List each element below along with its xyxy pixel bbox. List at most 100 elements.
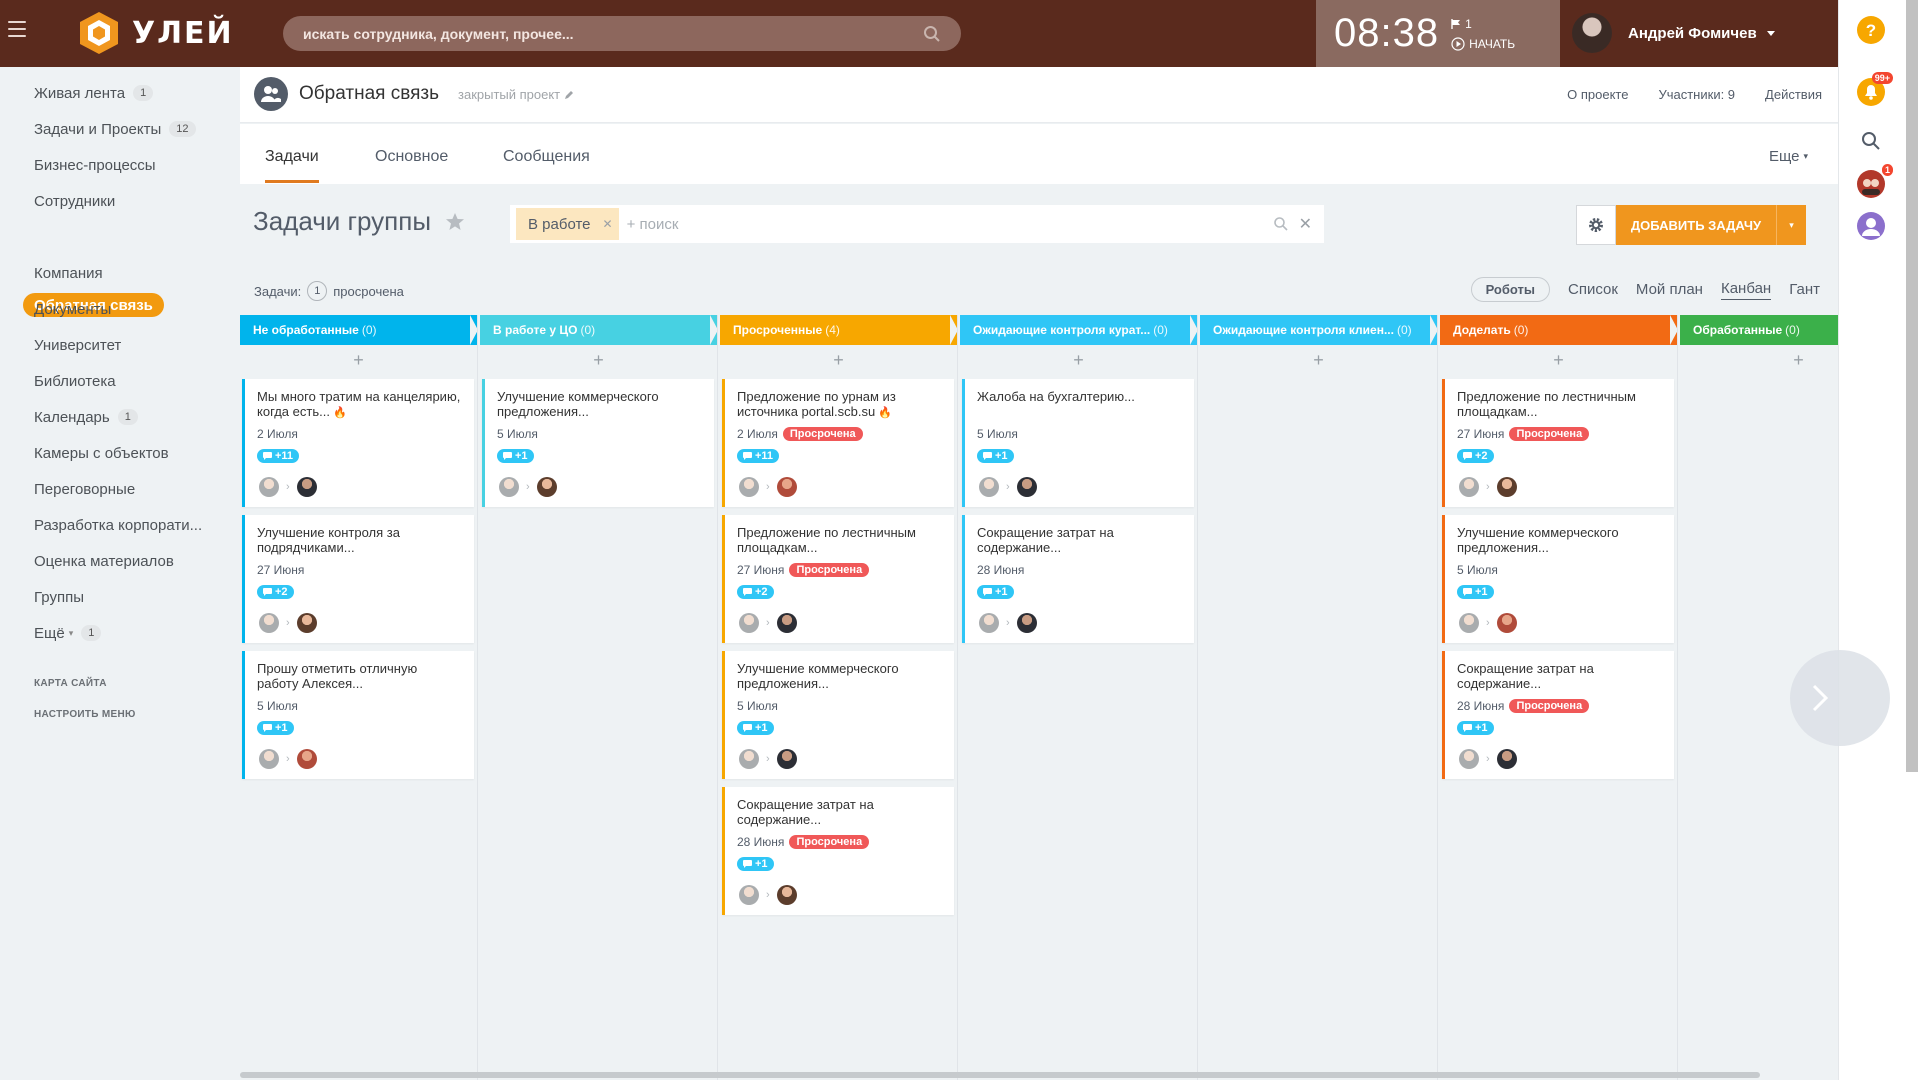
sidebar-item-company[interactable]: Компания: [34, 261, 103, 285]
filter-search-input[interactable]: + поиск: [627, 216, 1273, 233]
board-scrollbar[interactable]: [240, 1072, 1760, 1078]
comments-badge[interactable]: +1: [257, 721, 294, 735]
responsible-avatar[interactable]: [776, 477, 797, 497]
comments-badge[interactable]: +1: [497, 449, 534, 463]
chat-rail-button[interactable]: 1: [1855, 164, 1893, 200]
creator-avatar[interactable]: [739, 885, 759, 905]
task-card[interactable]: Прошу отметить отличную работу Алексея..…: [242, 651, 474, 779]
scroll-right-button[interactable]: [1790, 650, 1890, 746]
task-card[interactable]: Предложение по урнам из источника portal…: [722, 379, 954, 507]
sidebar-item-library[interactable]: Библиотека: [34, 369, 116, 393]
sidebar-item-more[interactable]: Ещё ▾ 1: [34, 621, 102, 645]
view-kanban[interactable]: Канбан: [1720, 280, 1772, 300]
task-card[interactable]: Предложение по лестничным площадкам... 27…: [722, 515, 954, 643]
responsible-avatar[interactable]: [1016, 477, 1037, 497]
search-icon[interactable]: [1273, 216, 1289, 232]
add-task-button[interactable]: ДОБАВИТЬ ЗАДАЧУ ▾: [1616, 205, 1806, 245]
responsible-avatar[interactable]: [1496, 613, 1517, 633]
sidebar-item-calendar[interactable]: Календарь 1: [34, 405, 138, 429]
filter-chip[interactable]: В работе ✕: [516, 208, 619, 240]
card-title[interactable]: Сокращение затрат на содержание...: [737, 797, 874, 827]
card-title[interactable]: Улучшение коммерческого предложения...: [1457, 525, 1619, 555]
responsible-avatar[interactable]: [1496, 749, 1517, 769]
scrollbar-thumb[interactable]: [1906, 0, 1918, 772]
card-title[interactable]: Предложение по лестничным площадкам...: [1457, 389, 1636, 419]
task-card[interactable]: Улучшение коммерческого предложения... 5 …: [722, 651, 954, 779]
creator-avatar[interactable]: [1459, 477, 1479, 497]
comments-badge[interactable]: +2: [257, 585, 294, 599]
comments-badge[interactable]: +1: [1457, 721, 1494, 735]
sidebar-item-dev[interactable]: Разработка корпорати...: [34, 513, 202, 537]
site-map-link[interactable]: КАРТА САЙТА: [34, 678, 107, 689]
card-title[interactable]: Прошу отметить отличную работу Алексея..…: [257, 661, 417, 691]
add-card-button[interactable]: +: [720, 345, 957, 375]
task-card[interactable]: Сокращение затрат на содержание... 28 Июн…: [962, 515, 1194, 643]
search-icon[interactable]: [923, 25, 941, 43]
task-card[interactable]: Сокращение затрат на содержание... 28 Июн…: [1442, 651, 1674, 779]
responsible-avatar[interactable]: [776, 885, 797, 905]
comments-badge[interactable]: +1: [737, 857, 774, 871]
tab-general[interactable]: Основное: [375, 148, 448, 166]
column-header[interactable]: Не обработанные (0): [240, 315, 477, 345]
start-day-button[interactable]: НАЧАТЬ: [1451, 37, 1515, 51]
responsible-avatar[interactable]: [296, 749, 317, 769]
card-title[interactable]: Сокращение затрат на содержание...: [977, 525, 1114, 555]
sidebar-item-employees[interactable]: Сотрудники: [34, 189, 115, 213]
task-filter[interactable]: В работе ✕ + поиск ✕: [510, 205, 1324, 243]
creator-avatar[interactable]: [979, 613, 999, 633]
column-header[interactable]: Ожидающие контроля курат... (0): [960, 315, 1197, 345]
add-card-button[interactable]: +: [960, 345, 1197, 375]
responsible-avatar[interactable]: [1496, 477, 1517, 497]
add-task-dropdown[interactable]: ▾: [1776, 205, 1806, 245]
add-card-button[interactable]: +: [480, 345, 717, 375]
menu-icon[interactable]: [8, 21, 26, 37]
creator-avatar[interactable]: [259, 749, 279, 769]
global-search[interactable]: [283, 16, 961, 51]
creator-avatar[interactable]: [739, 613, 759, 633]
card-title[interactable]: Предложение по лестничным площадкам...: [737, 525, 916, 555]
sidebar-item-documents[interactable]: Документы: [34, 297, 111, 321]
card-title[interactable]: Сокращение затрат на содержание...: [1457, 661, 1594, 691]
sidebar-item-cameras[interactable]: Камеры с объектов: [34, 441, 169, 465]
responsible-avatar[interactable]: [776, 749, 797, 769]
actions-link[interactable]: Действия: [1765, 87, 1822, 102]
card-title[interactable]: Улучшение коммерческого предложения...: [737, 661, 899, 691]
star-icon[interactable]: [445, 212, 465, 232]
add-card-button[interactable]: +: [1440, 345, 1677, 375]
comments-badge[interactable]: +2: [1457, 449, 1494, 463]
sidebar-item-bizproc[interactable]: Бизнес-процессы: [34, 153, 156, 177]
view-list[interactable]: Список: [1568, 281, 1618, 298]
column-header[interactable]: В работе у ЦО (0): [480, 315, 717, 345]
user-menu[interactable]: Андрей Фомичев: [1572, 10, 1775, 56]
global-search-input[interactable]: [303, 25, 923, 42]
responsible-avatar[interactable]: [296, 477, 317, 497]
about-project-link[interactable]: О проекте: [1567, 87, 1628, 102]
responsible-avatar[interactable]: [296, 613, 317, 633]
comments-badge[interactable]: +1: [977, 449, 1014, 463]
task-card[interactable]: Предложение по лестничным площадкам... 27…: [1442, 379, 1674, 507]
view-my-plan[interactable]: Мой план: [1636, 281, 1703, 298]
sidebar-item-materials[interactable]: Оценка материалов: [34, 549, 174, 573]
sidebar-item-university[interactable]: Университет: [34, 333, 121, 357]
comments-badge[interactable]: +11: [257, 449, 300, 463]
creator-avatar[interactable]: [739, 477, 759, 497]
work-time-widget[interactable]: 08:38 1 НАЧАТЬ: [1316, 0, 1560, 67]
view-gantt[interactable]: Гант: [1789, 281, 1820, 298]
overdue-count[interactable]: 1: [307, 281, 328, 301]
creator-avatar[interactable]: [499, 477, 519, 497]
project-type[interactable]: закрытый проект: [458, 87, 574, 102]
creator-avatar[interactable]: [1459, 613, 1479, 633]
responsible-avatar[interactable]: [536, 477, 557, 497]
column-header[interactable]: Ожидающие контроля клиен... (0): [1200, 315, 1437, 345]
close-icon[interactable]: ✕: [1299, 214, 1312, 234]
creator-avatar[interactable]: [259, 613, 279, 633]
creator-avatar[interactable]: [739, 749, 759, 769]
tab-messages[interactable]: Сообщения: [503, 148, 590, 166]
creator-avatar[interactable]: [259, 477, 279, 497]
card-title[interactable]: Улучшение контроля за подрядчиками...: [257, 525, 400, 555]
column-header[interactable]: Просроченные (4): [720, 315, 957, 345]
add-card-button[interactable]: +: [240, 345, 477, 375]
participants-link[interactable]: Участники: 9: [1658, 87, 1735, 102]
page-scrollbar[interactable]: [1901, 0, 1920, 1080]
configure-menu-link[interactable]: НАСТРОИТЬ МЕНЮ: [34, 709, 136, 720]
